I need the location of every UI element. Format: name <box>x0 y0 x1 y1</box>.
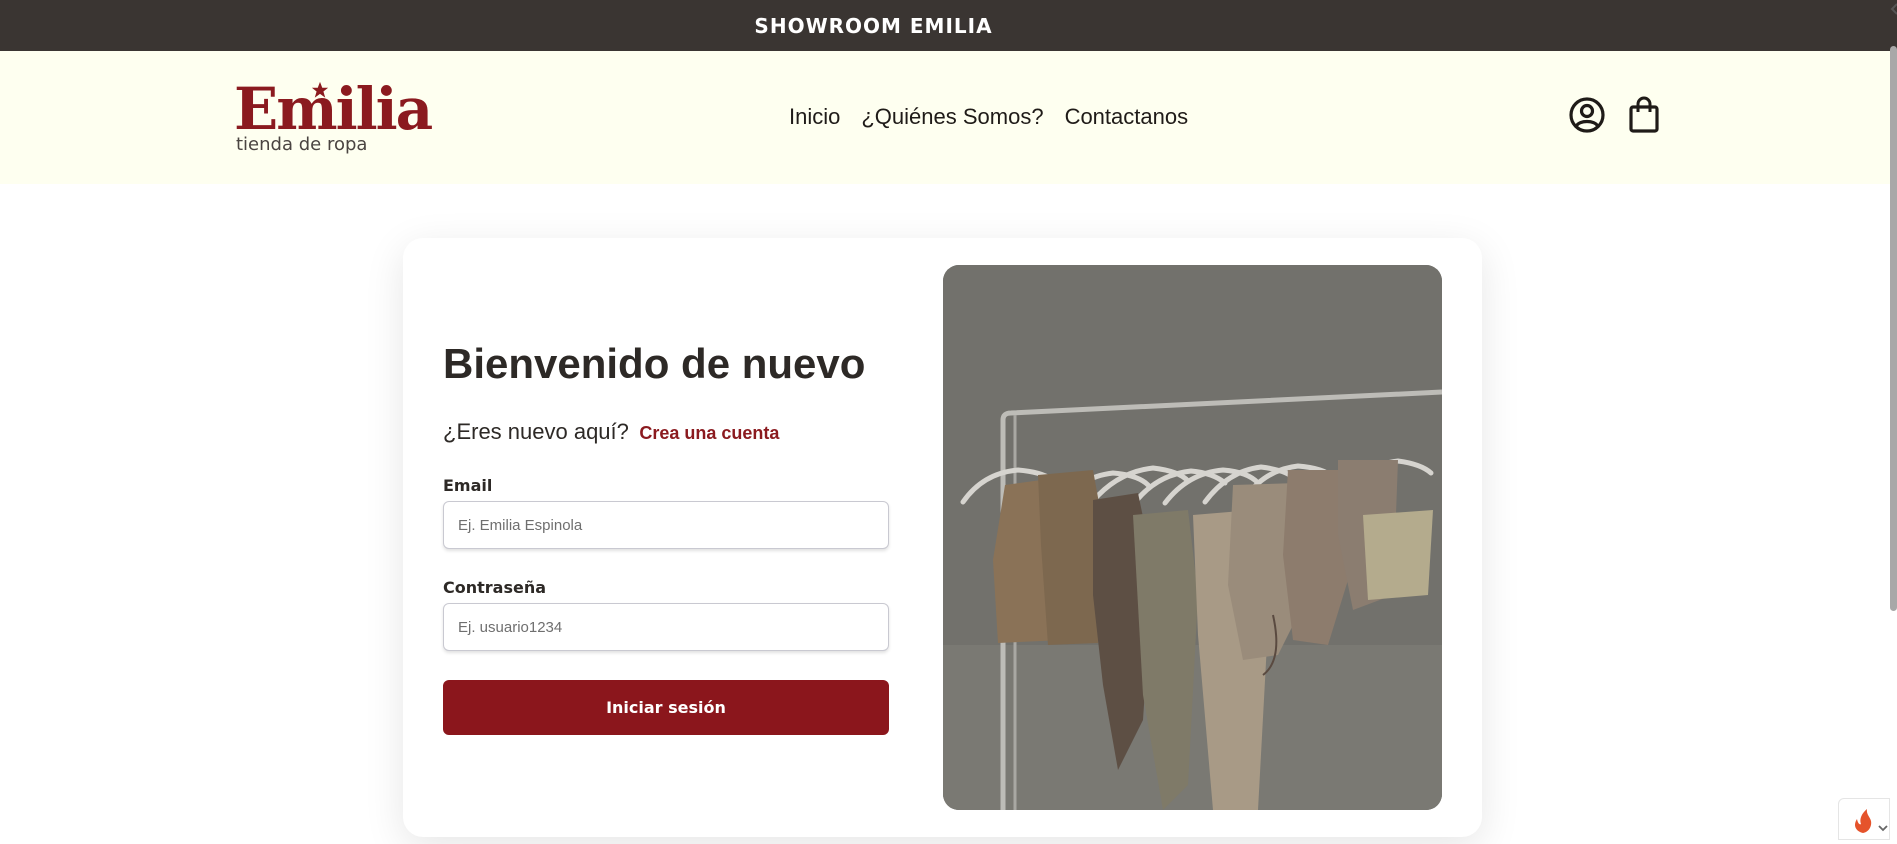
nav-item-contactanos[interactable]: Contactanos <box>1065 105 1189 129</box>
email-field[interactable] <box>443 501 889 549</box>
login-button[interactable]: Iniciar sesión <box>443 680 889 735</box>
password-field[interactable] <box>443 603 889 651</box>
password-label: Contraseña <box>443 578 547 597</box>
nav-item-inicio[interactable]: Inicio <box>789 105 840 129</box>
flame-icon <box>1855 809 1888 833</box>
signup-prompt: ¿Eres nuevo aquí? Crea una cuenta <box>443 419 779 445</box>
brand-tagline: tienda de ropa <box>236 134 368 155</box>
clothing-rack-illustration <box>943 265 1442 810</box>
announcement-text: SHOWROOM EMILIA <box>754 13 993 38</box>
scroll-up-arrow-icon[interactable] <box>1889 0 1897 18</box>
star-icon <box>311 81 329 98</box>
user-circle-icon[interactable] <box>1567 95 1607 135</box>
shopping-bag-icon[interactable] <box>1624 95 1664 135</box>
email-label: Email <box>443 476 493 495</box>
signup-question: ¿Eres nuevo aquí? <box>443 419 629 444</box>
brand-logo[interactable]: Emilia tienda de ropa <box>234 77 433 157</box>
nav-item-quienes-somos[interactable]: ¿Quiénes Somos? <box>861 105 1043 129</box>
login-card: Bienvenido de nuevo ¿Eres nuevo aquí? Cr… <box>403 238 1482 837</box>
page-title: Bienvenido de nuevo <box>443 340 866 387</box>
signup-link[interactable]: Crea una cuenta <box>639 423 779 443</box>
corner-widget[interactable] <box>1838 798 1890 840</box>
main-nav: Inicio ¿Quiénes Somos? Contactanos <box>789 105 1209 129</box>
scrollbar-thumb[interactable] <box>1890 46 1897 611</box>
clothing-rack-image <box>943 265 1442 810</box>
announcement-bar: SHOWROOM EMILIA <box>0 0 1897 51</box>
brand-name: Emilia <box>234 75 433 143</box>
